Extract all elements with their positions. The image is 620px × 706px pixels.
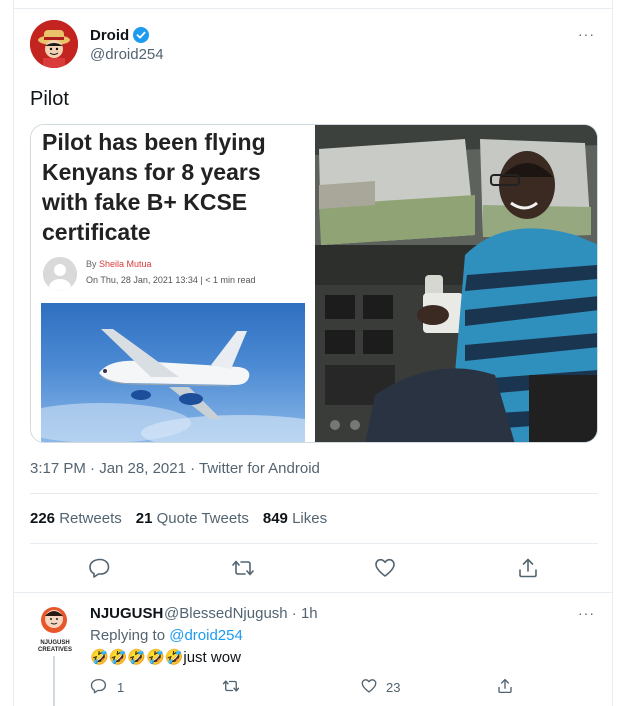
top-divider bbox=[14, 8, 612, 9]
tweet-timestamp[interactable]: 3:17 PM · Jan 28, 2021 · Twitter for And… bbox=[30, 460, 320, 477]
reply-author-handle[interactable]: @BlessedNjugush · 1h bbox=[164, 605, 318, 622]
retweets-count[interactable]: 226 bbox=[30, 510, 55, 527]
news-headline: Pilot has been flying Kenyans for 8 year… bbox=[42, 129, 266, 245]
retweets-label[interactable]: Retweets bbox=[59, 510, 122, 527]
verified-badge-icon bbox=[133, 27, 149, 43]
reply-more-icon[interactable]: ··· bbox=[578, 605, 595, 621]
reply-reply-icon[interactable] bbox=[90, 677, 108, 695]
thread-line bbox=[53, 656, 55, 706]
more-icon[interactable]: ··· bbox=[578, 26, 595, 42]
reply-like-icon[interactable] bbox=[360, 677, 378, 695]
news-screenshot-image[interactable]: Pilot has been flying Kenyans for 8 year… bbox=[31, 125, 313, 442]
author-avatar[interactable] bbox=[30, 20, 78, 68]
divider bbox=[30, 493, 598, 494]
quotes-count[interactable]: 21 bbox=[136, 510, 153, 527]
author-name[interactable]: Droid bbox=[90, 27, 129, 44]
replying-to-link[interactable]: @droid254 bbox=[169, 627, 243, 644]
reply-author-name[interactable]: NJUGUSH bbox=[90, 605, 163, 622]
reply-reply-count: 1 bbox=[117, 680, 125, 695]
author-handle[interactable]: @droid254 bbox=[90, 46, 164, 63]
byline-prefix: By bbox=[86, 259, 97, 269]
pilot-cockpit-image[interactable] bbox=[315, 125, 597, 442]
byline-avatar bbox=[43, 257, 77, 291]
logo-text-line2: CREATIVES bbox=[38, 647, 72, 653]
byline-author: Sheila Mutua bbox=[99, 259, 152, 269]
retweet-icon[interactable] bbox=[231, 556, 255, 580]
reply-icon[interactable] bbox=[88, 556, 112, 580]
airplane-image bbox=[41, 303, 305, 442]
replying-prefix: Replying to bbox=[90, 627, 166, 644]
replying-to: Replying to @droid254 bbox=[90, 627, 243, 644]
reply-share-icon[interactable] bbox=[496, 677, 514, 695]
likes-count[interactable]: 849 bbox=[263, 510, 288, 527]
logo-text-line1: NJUGUSH bbox=[40, 640, 70, 646]
reply-like-count: 23 bbox=[386, 680, 401, 695]
byline-date: On Thu, 28 Jan, 2021 13:34 | < 1 min rea… bbox=[86, 275, 256, 285]
engagement-stats: 226 Retweets 21 Quote Tweets 849 Likes bbox=[30, 510, 327, 527]
share-icon[interactable] bbox=[516, 556, 540, 580]
avatar-image bbox=[30, 20, 78, 68]
reply-text: 🤣🤣🤣🤣🤣just wow bbox=[90, 649, 241, 666]
reply-retweet-icon[interactable] bbox=[222, 677, 240, 695]
divider bbox=[14, 592, 612, 593]
reply-avatar-logo-text: NJUGUSH CREATIVES bbox=[33, 640, 77, 654]
quotes-label[interactable]: Quote Tweets bbox=[157, 510, 249, 527]
divider bbox=[30, 543, 598, 544]
likes-label[interactable]: Likes bbox=[292, 510, 327, 527]
tweet-media[interactable]: Pilot has been flying Kenyans for 8 year… bbox=[30, 124, 598, 443]
like-icon[interactable] bbox=[373, 556, 397, 580]
tweet-text: Pilot bbox=[30, 88, 69, 110]
byline: By Sheila Mutua bbox=[86, 259, 152, 269]
